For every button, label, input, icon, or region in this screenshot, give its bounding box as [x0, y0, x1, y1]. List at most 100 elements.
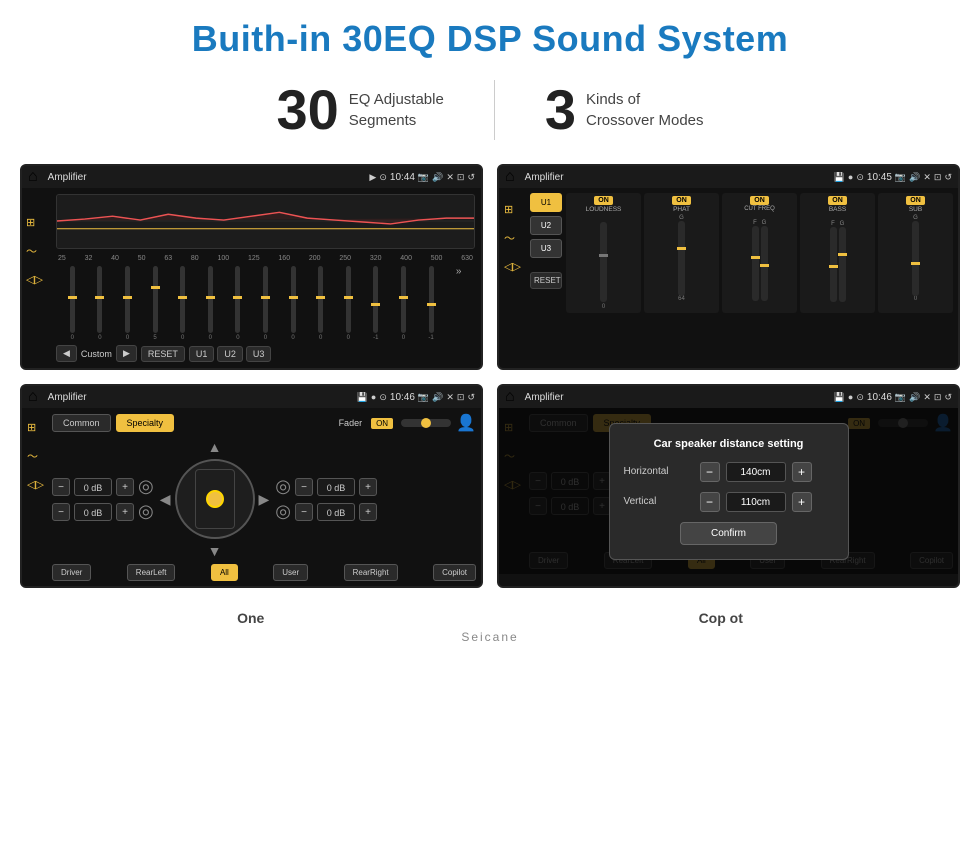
- cx-reset[interactable]: RESET: [530, 272, 562, 289]
- sc4-header: ⌂ Amplifier 💾 ● ⊙ 10:46 📷 🔊 ✕ ⊡ ↺: [499, 386, 958, 408]
- sub-on[interactable]: ON: [906, 196, 925, 205]
- vertical-plus[interactable]: +: [792, 492, 812, 512]
- eq-slider-10[interactable]: 0: [336, 266, 361, 341]
- speaker-br-icon: ◎: [275, 501, 291, 522]
- eq-slider-5[interactable]: 0: [198, 266, 223, 341]
- eq-slider-11[interactable]: -1: [364, 266, 389, 341]
- cx-preset-u2[interactable]: U2: [530, 216, 562, 235]
- plus-btn-tl[interactable]: +: [116, 478, 134, 496]
- eq-slider-12[interactable]: 0: [391, 266, 416, 341]
- eq-slider-4[interactable]: 0: [170, 266, 195, 341]
- vol-icon[interactable]: ◁▷: [26, 273, 43, 286]
- home-icon[interactable]: ⌂: [28, 168, 38, 186]
- copilot-btn[interactable]: Copilot: [433, 564, 476, 581]
- window4-icon: ⊡: [934, 392, 942, 403]
- loudness-on[interactable]: ON: [594, 196, 613, 205]
- home3-icon[interactable]: ⌂: [28, 388, 38, 406]
- cx-preset-u3[interactable]: U3: [530, 239, 562, 258]
- volume4-icon: 🔊: [909, 392, 920, 403]
- phat-on[interactable]: ON: [672, 196, 691, 205]
- dial-row-bl: − 0 dB + ◎: [52, 501, 154, 522]
- sc1-status: ▶ ⊙ 10:44 📷 🔊 ✕ ⊡ ↺: [369, 172, 475, 183]
- eq-slider-3[interactable]: 5: [143, 266, 168, 341]
- ch-sub: ON SUB G0: [878, 193, 953, 313]
- plus-btn-bl[interactable]: +: [116, 503, 134, 521]
- preset-btns: U1 U2 U3: [189, 346, 272, 362]
- close4-icon: ✕: [923, 392, 931, 403]
- ch-cutfreq: ON CUT FREQ F G: [722, 193, 797, 313]
- preset-u3[interactable]: U3: [246, 346, 272, 362]
- eq-slider-0[interactable]: 0: [60, 266, 85, 341]
- plus-btn-br[interactable]: +: [359, 503, 377, 521]
- camera-icon: 📷: [418, 172, 429, 183]
- plus-btn-tr[interactable]: +: [359, 478, 377, 496]
- back2-icon[interactable]: ↺: [944, 172, 952, 183]
- save-icon: 💾: [834, 172, 845, 183]
- arrow-right-icon[interactable]: ▶: [259, 491, 270, 508]
- home4-icon[interactable]: ⌂: [505, 388, 515, 406]
- preset-u2[interactable]: U2: [217, 346, 243, 362]
- vertical-minus[interactable]: −: [700, 492, 720, 512]
- arrow-down-icon[interactable]: ▼: [208, 543, 222, 559]
- arrow-up-icon[interactable]: ▲: [208, 439, 222, 455]
- specialty-btn[interactable]: Specialty: [116, 414, 175, 432]
- cx-eq-icon[interactable]: ⊞: [504, 203, 526, 216]
- back-icon[interactable]: ↺: [467, 172, 475, 183]
- bal-eq-icon[interactable]: ⊞: [27, 421, 49, 434]
- eq-slider-13[interactable]: -1: [419, 266, 444, 341]
- home-icon2[interactable]: ⌂: [505, 168, 515, 186]
- dot4-icon: ●: [848, 392, 853, 402]
- fader-slider[interactable]: [401, 419, 451, 427]
- eq-slider-6[interactable]: 0: [226, 266, 251, 341]
- eq-icon[interactable]: ⊞: [26, 216, 43, 229]
- eq-label: EQ Adjustable Segments: [349, 89, 444, 131]
- cutfreq-on[interactable]: ON: [750, 196, 769, 205]
- arrow-left-icon[interactable]: ◀: [160, 491, 171, 508]
- preset-u1[interactable]: U1: [189, 346, 215, 362]
- joystick[interactable]: [175, 459, 255, 539]
- horizontal-minus[interactable]: −: [700, 462, 720, 482]
- horizontal-plus[interactable]: +: [792, 462, 812, 482]
- rear-left-btn[interactable]: RearLeft: [127, 564, 176, 581]
- back3-icon[interactable]: ↺: [467, 392, 475, 403]
- bal-vol-icon[interactable]: ◁▷: [27, 478, 49, 491]
- cx-vol-icon[interactable]: ◁▷: [504, 260, 526, 273]
- screen-crossover: ⌂ Amplifier 💾 ● ⊙ 10:45 📷 🔊 ✕ ⊡ ↺ ⊞ 〜 ◁▷: [497, 164, 960, 370]
- back4-icon[interactable]: ↺: [944, 392, 952, 403]
- driver-btn[interactable]: Driver: [52, 564, 91, 581]
- eq-slider-7[interactable]: 0: [253, 266, 278, 341]
- fader-label: Fader: [339, 418, 363, 428]
- minus-btn-br[interactable]: −: [295, 503, 313, 521]
- minus-btn-bl[interactable]: −: [52, 503, 70, 521]
- cx-wave-icon[interactable]: 〜: [504, 230, 526, 246]
- window-icon: ⊡: [457, 172, 465, 183]
- crossover-stat: 3 Kinds of Crossover Modes: [495, 82, 754, 138]
- camera2-icon: 📷: [895, 172, 906, 183]
- bass-on[interactable]: ON: [828, 196, 847, 205]
- location4-icon: ⊙: [856, 392, 864, 403]
- minus-btn-tr[interactable]: −: [295, 478, 313, 496]
- sc4-status: 💾 ● ⊙ 10:46 📷 🔊 ✕ ⊡ ↺: [834, 392, 952, 403]
- play-btn[interactable]: ▶: [116, 345, 137, 362]
- confirm-button[interactable]: Confirm: [680, 522, 777, 545]
- distance-dialog: Car speaker distance setting Horizontal …: [609, 423, 849, 560]
- eq-slider-2[interactable]: 0: [115, 266, 140, 341]
- cx-preset-u1[interactable]: U1: [530, 193, 562, 212]
- user-btn[interactable]: User: [273, 564, 308, 581]
- common-btn[interactable]: Common: [52, 414, 111, 432]
- eq-slider-1[interactable]: 0: [88, 266, 113, 341]
- screen-dialog: ⌂ Amplifier 💾 ● ⊙ 10:46 📷 🔊 ✕ ⊡ ↺ ⊞ 〜 ◁▷: [497, 384, 960, 588]
- dial-row-br: ◎ − 0 dB +: [275, 501, 377, 522]
- rear-right-btn[interactable]: RearRight: [344, 564, 398, 581]
- all-btn[interactable]: All: [211, 564, 238, 581]
- bal-wave-icon[interactable]: 〜: [27, 448, 49, 464]
- dial-row-tl: − 0 dB + ◎: [52, 476, 154, 497]
- reset-btn[interactable]: RESET: [141, 346, 185, 362]
- fader-on[interactable]: ON: [371, 418, 393, 429]
- horizontal-row: Horizontal − 140cm +: [624, 462, 834, 482]
- minus-btn-tl[interactable]: −: [52, 478, 70, 496]
- prev-btn[interactable]: ◀: [56, 345, 77, 362]
- eq-slider-9[interactable]: 0: [308, 266, 333, 341]
- eq-slider-8[interactable]: 0: [281, 266, 306, 341]
- wave-icon[interactable]: 〜: [26, 243, 43, 259]
